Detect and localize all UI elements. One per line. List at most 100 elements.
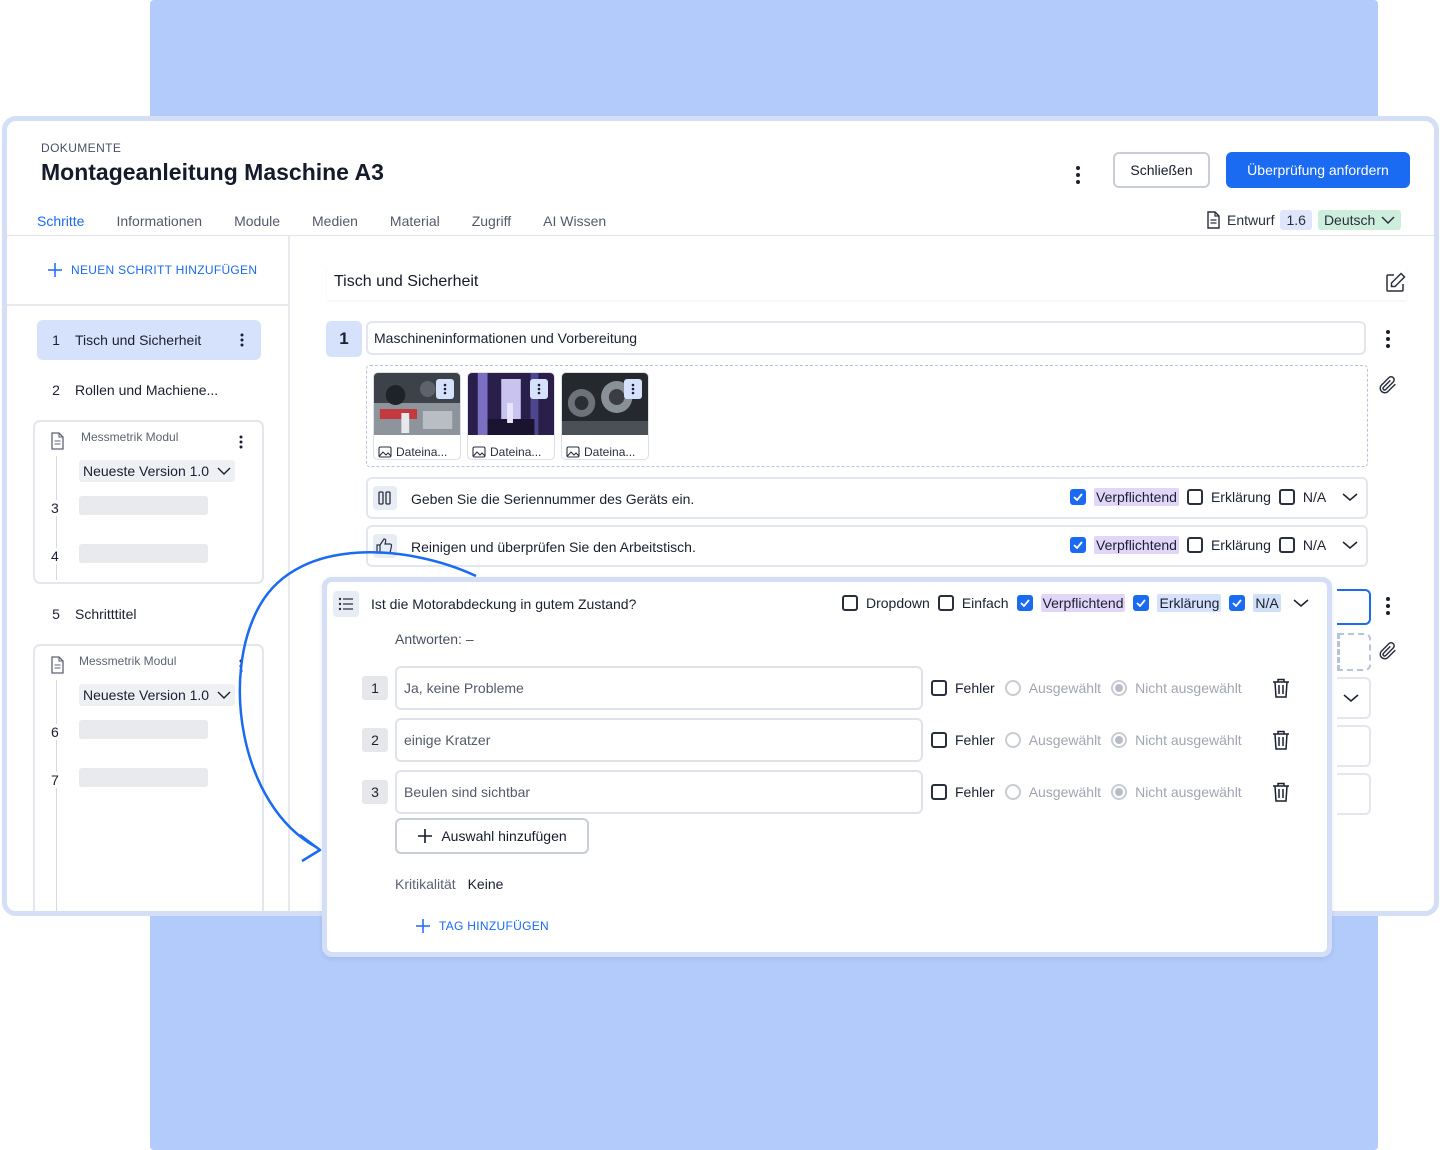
error-toggle[interactable]: Fehler xyxy=(931,784,995,800)
language-label: Deutsch xyxy=(1323,212,1376,228)
tab-information[interactable]: Informationen xyxy=(100,205,218,239)
block-more-icon[interactable] xyxy=(1379,327,1397,351)
required-toggle[interactable]: Verpflichtend xyxy=(1070,536,1179,554)
tab-access[interactable]: Zugriff xyxy=(456,205,527,239)
question-title[interactable]: Ist die Motorabdeckung in gutem Zustand? xyxy=(371,596,636,612)
media-thumbnail[interactable]: Dateina... xyxy=(467,372,555,460)
simple-label: Einfach xyxy=(961,595,1009,611)
required-toggle[interactable]: Verpflichtend xyxy=(1016,594,1126,612)
image-icon xyxy=(566,446,580,458)
close-button[interactable]: Schließen xyxy=(1113,152,1210,188)
media-caption-row: Dateina... xyxy=(374,440,460,459)
document-status: Entwurf 1.6 Deutsch xyxy=(1205,210,1402,230)
more-options-icon[interactable] xyxy=(1069,163,1087,187)
image-icon xyxy=(472,446,486,458)
answer-input[interactable]: Beulen sind sichtbar xyxy=(395,770,923,814)
question-editor-card: Ist die Motorabdeckung in gutem Zustand?… xyxy=(322,577,1332,957)
media-thumbnail[interactable]: Dateina... xyxy=(561,372,649,460)
step-header: Tisch und Sicherheit xyxy=(327,266,1407,300)
media-more-button[interactable] xyxy=(530,379,548,399)
module-more-icon[interactable] xyxy=(236,434,246,450)
add-step-button[interactable]: NEUEN SCHRITT HINZUFÜGEN xyxy=(47,262,257,278)
media-more-button[interactable] xyxy=(436,379,454,399)
trash-icon[interactable] xyxy=(1271,677,1291,699)
add-tag-button[interactable]: TAG HINZUFÜGEN xyxy=(415,918,549,934)
na-toggle[interactable]: N/A xyxy=(1278,489,1326,505)
attachment-icon[interactable] xyxy=(1377,374,1399,396)
media-more-button[interactable] xyxy=(624,379,642,399)
tab-steps[interactable]: Schritte xyxy=(33,205,89,239)
step-more-icon[interactable] xyxy=(237,332,247,348)
na-toggle[interactable]: N/A xyxy=(1229,594,1281,612)
sidebar-step-1[interactable]: 1 Tisch und Sicherheit xyxy=(37,320,261,360)
required-toggle[interactable]: Verpflichtend xyxy=(1070,488,1179,506)
chevron-down-icon[interactable] xyxy=(1342,492,1358,502)
module-version-select[interactable]: Neueste Version 1.0 xyxy=(79,460,236,482)
selected-radio[interactable]: Ausgewählt xyxy=(1004,732,1102,748)
module-step-placeholder xyxy=(79,768,208,787)
tab-modules[interactable]: Module xyxy=(218,205,296,239)
checkbox-checked-icon xyxy=(1133,595,1150,611)
not-selected-radio[interactable]: Nicht ausgewählt xyxy=(1111,784,1242,800)
criticality-value: Keine xyxy=(467,876,504,892)
media-caption: Dateina... xyxy=(584,445,636,459)
background-item-edge xyxy=(1337,725,1371,767)
media-dropzone[interactable]: Dateina... Dateina... Dateina... xyxy=(366,365,1368,467)
selected-label: Ausgewählt xyxy=(1028,732,1102,748)
explanation-label: Erklärung xyxy=(1210,537,1271,553)
item-more-icon[interactable] xyxy=(1379,594,1397,618)
na-toggle[interactable]: N/A xyxy=(1278,537,1326,553)
checkbox-icon xyxy=(931,784,947,800)
checklist-item[interactable]: Reinigen und überprüfen Sie den Arbeitst… xyxy=(366,525,1368,567)
error-toggle[interactable]: Fehler xyxy=(931,732,995,748)
trash-icon[interactable] xyxy=(1271,729,1291,751)
checkbox-checked-icon xyxy=(1070,489,1086,505)
module-tree-line xyxy=(56,680,57,911)
tab-ai-knowledge[interactable]: AI Wissen xyxy=(527,205,622,239)
chevron-down-icon[interactable] xyxy=(1293,598,1309,608)
not-selected-radio[interactable]: Nicht ausgewählt xyxy=(1111,680,1242,696)
explanation-toggle[interactable]: Erklärung xyxy=(1186,489,1271,505)
sidebar-step-2[interactable]: 2 Rollen und Machiene... xyxy=(37,370,261,410)
breadcrumb[interactable]: DOKUMENTE xyxy=(41,141,121,155)
attachment-icon[interactable] xyxy=(1377,640,1399,662)
criticality-row[interactable]: Kritikalität Keine xyxy=(395,876,503,892)
checkbox-icon xyxy=(1278,489,1295,505)
media-thumbnail[interactable]: Dateina... xyxy=(373,372,461,460)
add-choice-button[interactable]: Auswahl hinzufügen xyxy=(395,818,589,854)
selected-radio[interactable]: Ausgewählt xyxy=(1004,784,1101,800)
simple-toggle[interactable]: Einfach xyxy=(937,595,1009,611)
chevron-down-icon[interactable] xyxy=(1342,540,1358,550)
step-label: Tisch und Sicherheit xyxy=(75,332,202,348)
block-number: 1 xyxy=(326,321,362,357)
edit-icon[interactable] xyxy=(1383,271,1407,295)
block-title-input[interactable]: Maschineninformationen und Vorbereitung xyxy=(366,321,1366,355)
language-select[interactable]: Deutsch xyxy=(1317,210,1402,230)
selected-radio[interactable]: Ausgewählt xyxy=(1004,680,1101,696)
error-toggle[interactable]: Fehler xyxy=(931,680,995,696)
version-badge: 1.6 xyxy=(1280,210,1312,230)
request-review-button[interactable]: Überprüfung anfordern xyxy=(1226,152,1410,188)
step-number: 5 xyxy=(52,606,60,622)
sidebar-step-5[interactable]: 5 Schritttitel xyxy=(37,594,261,634)
trash-icon[interactable] xyxy=(1271,781,1291,803)
explanation-toggle[interactable]: Erklärung xyxy=(1186,537,1271,553)
explanation-toggle[interactable]: Erklärung xyxy=(1133,594,1222,612)
not-selected-label: Nicht ausgewählt xyxy=(1135,732,1242,748)
radio-icon xyxy=(1004,680,1021,696)
image-icon xyxy=(378,446,392,458)
tab-media[interactable]: Medien xyxy=(296,205,374,239)
status-label: Entwurf xyxy=(1227,212,1275,228)
tab-material[interactable]: Material xyxy=(374,205,456,239)
dropdown-label: Dropdown xyxy=(866,595,930,611)
dropdown-toggle[interactable]: Dropdown xyxy=(842,595,930,611)
module-version-select[interactable]: Neueste Version 1.0 xyxy=(79,684,236,706)
answers-summary: Antworten: – xyxy=(395,631,474,647)
chevron-down-icon[interactable] xyxy=(1343,693,1359,703)
module-step-number: 7 xyxy=(51,772,59,788)
not-selected-radio[interactable]: Nicht ausgewählt xyxy=(1111,732,1242,748)
item-options: Verpflichtend Erklärung N/A xyxy=(1070,488,1358,506)
answer-input[interactable]: einige Kratzer xyxy=(395,718,923,762)
answer-input[interactable]: Ja, keine Probleme xyxy=(395,666,923,710)
checklist-item[interactable]: Geben Sie die Seriennummer des Geräts ei… xyxy=(366,477,1368,519)
